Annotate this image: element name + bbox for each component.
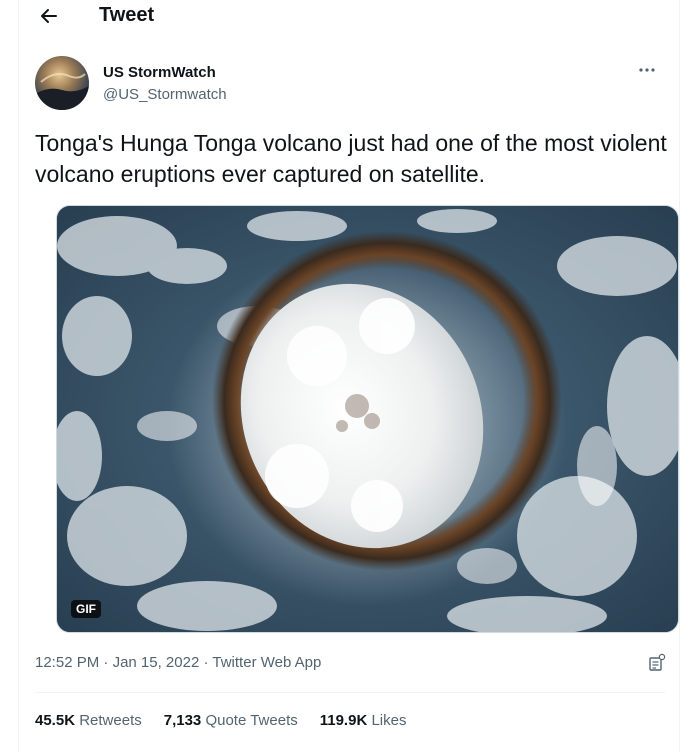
tweet-time[interactable]: 12:52 PM	[35, 654, 99, 671]
tweet-text: Tonga's Hunga Tonga volcano just had one…	[35, 130, 667, 187]
author-name[interactable]: US StormWatch	[103, 64, 216, 81]
retweets-label: Retweets	[79, 712, 142, 729]
tweet-source[interactable]: Twitter Web App	[212, 654, 321, 671]
more-options-button[interactable]	[633, 60, 661, 80]
tweet-metadata: 12:52 PM · Jan 15, 2022 · Twitter Web Ap…	[35, 654, 665, 671]
tweet-panel: Tweet US StormWatch @US_Stormwatch Tonga…	[18, 0, 680, 752]
satellite-eruption-image	[57, 206, 678, 632]
page-title: Tweet	[99, 4, 155, 26]
engagement-stats: 45.5K Retweets 7,133 Quote Tweets 119.9K…	[35, 712, 665, 729]
page-header: Tweet	[19, 0, 679, 34]
tweet-media-gif[interactable]: GIF	[56, 205, 679, 633]
retweets-count: 45.5K	[35, 712, 76, 729]
likes-count: 119.9K	[319, 712, 368, 729]
quote-tweets-stat[interactable]: 7,133 Quote Tweets	[164, 712, 298, 729]
meta-separator: ·	[203, 654, 209, 671]
author-row: US StormWatch @US_Stormwatch	[35, 56, 665, 112]
likes-label: Likes	[371, 712, 407, 729]
likes-stat[interactable]: 119.9K Likes	[320, 712, 407, 729]
analytics-icon	[649, 653, 666, 671]
quote-tweets-label: Quote Tweets	[205, 712, 298, 729]
author-handle[interactable]: @US_Stormwatch	[103, 86, 227, 103]
tweet-date[interactable]: Jan 15, 2022	[113, 654, 200, 671]
meta-separator: ·	[103, 654, 109, 671]
divider	[35, 692, 665, 693]
quote-tweets-count: 7,133	[163, 712, 202, 729]
analytics-button[interactable]	[647, 653, 667, 673]
back-button[interactable]	[35, 2, 63, 30]
ellipsis-icon	[639, 68, 655, 72]
avatar[interactable]	[35, 56, 89, 110]
gif-badge: GIF	[71, 600, 101, 618]
arrow-left-icon	[41, 9, 57, 23]
retweets-stat[interactable]: 45.5K Retweets	[35, 712, 142, 729]
